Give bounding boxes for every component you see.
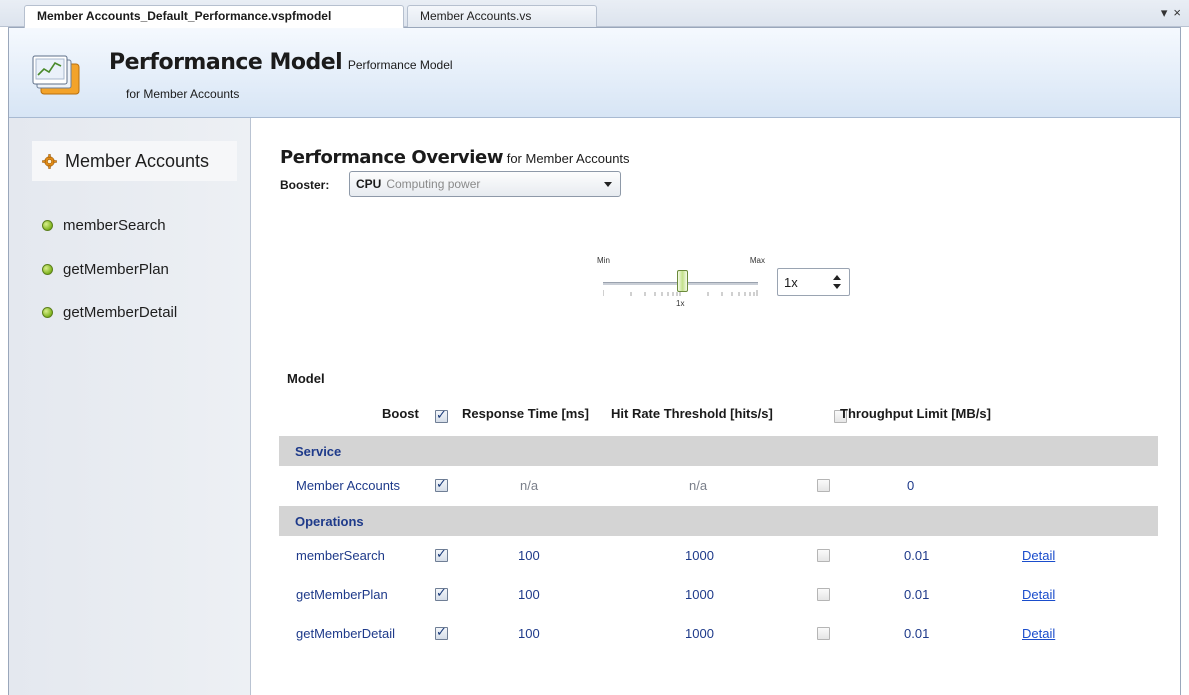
- sidebar: Member Accounts memberSearch getMemberPl…: [9, 118, 251, 695]
- response-time-value[interactable]: 100: [518, 587, 540, 602]
- boost-checkbox[interactable]: [435, 625, 448, 640]
- service-name: Member Accounts: [296, 478, 401, 493]
- throughput-checkbox[interactable]: [817, 588, 830, 601]
- booster-value: CPU: [356, 177, 382, 191]
- sidebar-item-label: getMemberDetail: [63, 304, 178, 321]
- hit-rate-value[interactable]: 1000: [685, 587, 714, 602]
- boost-header: Boost: [382, 406, 419, 421]
- slider-tick-label: 1x: [676, 299, 685, 308]
- hit-rate-value: n/a: [689, 478, 708, 493]
- slider-thumb[interactable]: [677, 270, 688, 292]
- booster-spinner-value: 1x: [784, 275, 798, 290]
- slider-min-label: Min: [597, 256, 610, 265]
- boost-checkbox[interactable]: [435, 547, 448, 562]
- detail-link[interactable]: Detail: [1022, 587, 1055, 602]
- booster-slider: Min Max 1x: [597, 256, 767, 308]
- throughput-value[interactable]: 0.01: [904, 587, 929, 602]
- boost-checkbox[interactable]: [435, 586, 448, 601]
- sidebar-item-membersearch[interactable]: memberSearch: [42, 217, 166, 234]
- tab-vspfmodel[interactable]: Member Accounts_Default_Performance.vspf…: [24, 5, 404, 28]
- model-section-label: Model: [287, 371, 325, 386]
- throughput-header: Throughput Limit [MB/s]: [840, 406, 991, 421]
- booster-description: Computing power: [386, 177, 481, 191]
- page-title-suffix: Performance Model: [347, 58, 453, 72]
- green-dot-icon: [42, 307, 53, 318]
- performance-chart-icon: [32, 55, 80, 95]
- throughput-checkbox[interactable]: [817, 549, 830, 562]
- sidebar-item-label: Member Accounts: [65, 150, 210, 171]
- table-row: memberSearch 100 1000 0.01 Detail: [252, 544, 1180, 572]
- operation-name: getMemberPlan: [296, 587, 388, 602]
- chevron-down-icon: [604, 182, 612, 187]
- main-content: Performance Overview for Member Accounts…: [252, 118, 1180, 695]
- page-title-main: Performance Model: [109, 50, 343, 75]
- model-column-headers: Boost Response Time [ms] Hit Rate Thresh…: [252, 406, 1180, 426]
- throughput-checkbox[interactable]: [817, 479, 830, 492]
- document-frame: Performance Model Performance Model for …: [8, 27, 1181, 695]
- throughput-value: 0: [907, 478, 915, 493]
- sidebar-item-label: memberSearch: [63, 217, 166, 234]
- booster-dropdown[interactable]: CPU Computing power: [349, 171, 621, 197]
- detail-link[interactable]: Detail: [1022, 548, 1055, 563]
- response-time-header: Response Time [ms]: [462, 406, 589, 421]
- response-time-value[interactable]: 100: [518, 548, 540, 563]
- table-row: Member Accounts n/a n/a 0: [252, 474, 1180, 502]
- response-time-value: n/a: [520, 478, 539, 493]
- response-time-value[interactable]: 100: [518, 626, 540, 641]
- close-icon[interactable]: ×: [1173, 5, 1181, 21]
- operations-section-header: Operations: [279, 506, 1158, 536]
- overview-title: Performance Overview for Member Accounts: [280, 147, 630, 168]
- operation-name: getMemberDetail: [296, 626, 395, 641]
- hit-rate-value[interactable]: 1000: [685, 626, 714, 641]
- hit-rate-header: Hit Rate Threshold [hits/s]: [611, 406, 773, 421]
- boost-checkbox[interactable]: [435, 477, 448, 492]
- throughput-checkbox[interactable]: [817, 627, 830, 640]
- throughput-value[interactable]: 0.01: [904, 548, 929, 563]
- hit-rate-value[interactable]: 1000: [685, 548, 714, 563]
- slider-max-label: Max: [749, 256, 765, 265]
- page-subtitle: for Member Accounts: [126, 87, 240, 101]
- sidebar-item-label: getMemberPlan: [63, 261, 169, 278]
- sidebar-item-getmemberdetail[interactable]: getMemberDetail: [42, 304, 177, 321]
- page-header: Performance Model Performance Model for …: [9, 28, 1180, 118]
- booster-spinner-input[interactable]: 1x: [777, 268, 850, 296]
- sidebar-item-member-accounts[interactable]: Member Accounts: [32, 141, 237, 181]
- dropdown-icon[interactable]: ▾: [1161, 5, 1168, 21]
- service-section-header: Service: [279, 436, 1158, 466]
- page-title: Performance Model Performance Model: [109, 50, 453, 75]
- spinner-arrows-icon[interactable]: [832, 273, 842, 291]
- green-dot-icon: [42, 264, 53, 275]
- green-dot-icon: [42, 220, 53, 231]
- overview-title-main: Performance Overview: [280, 147, 504, 168]
- operation-name: memberSearch: [296, 548, 385, 563]
- window-controls: ▾ ×: [1161, 5, 1181, 21]
- tab-member-accounts-vs[interactable]: Member Accounts.vs: [407, 5, 597, 28]
- document-tab-strip: Member Accounts_Default_Performance.vspf…: [0, 0, 1189, 28]
- booster-label: Booster:: [280, 178, 330, 192]
- table-row: getMemberDetail 100 1000 0.01 Detail: [252, 622, 1180, 650]
- throughput-value[interactable]: 0.01: [904, 626, 929, 641]
- gear-icon: [42, 153, 57, 169]
- detail-link[interactable]: Detail: [1022, 626, 1055, 641]
- overview-title-suffix: for Member Accounts: [506, 151, 630, 166]
- sidebar-item-getmemberplan[interactable]: getMemberPlan: [42, 261, 169, 278]
- boost-all-checkbox[interactable]: [435, 408, 448, 424]
- table-row: getMemberPlan 100 1000 0.01 Detail: [252, 583, 1180, 611]
